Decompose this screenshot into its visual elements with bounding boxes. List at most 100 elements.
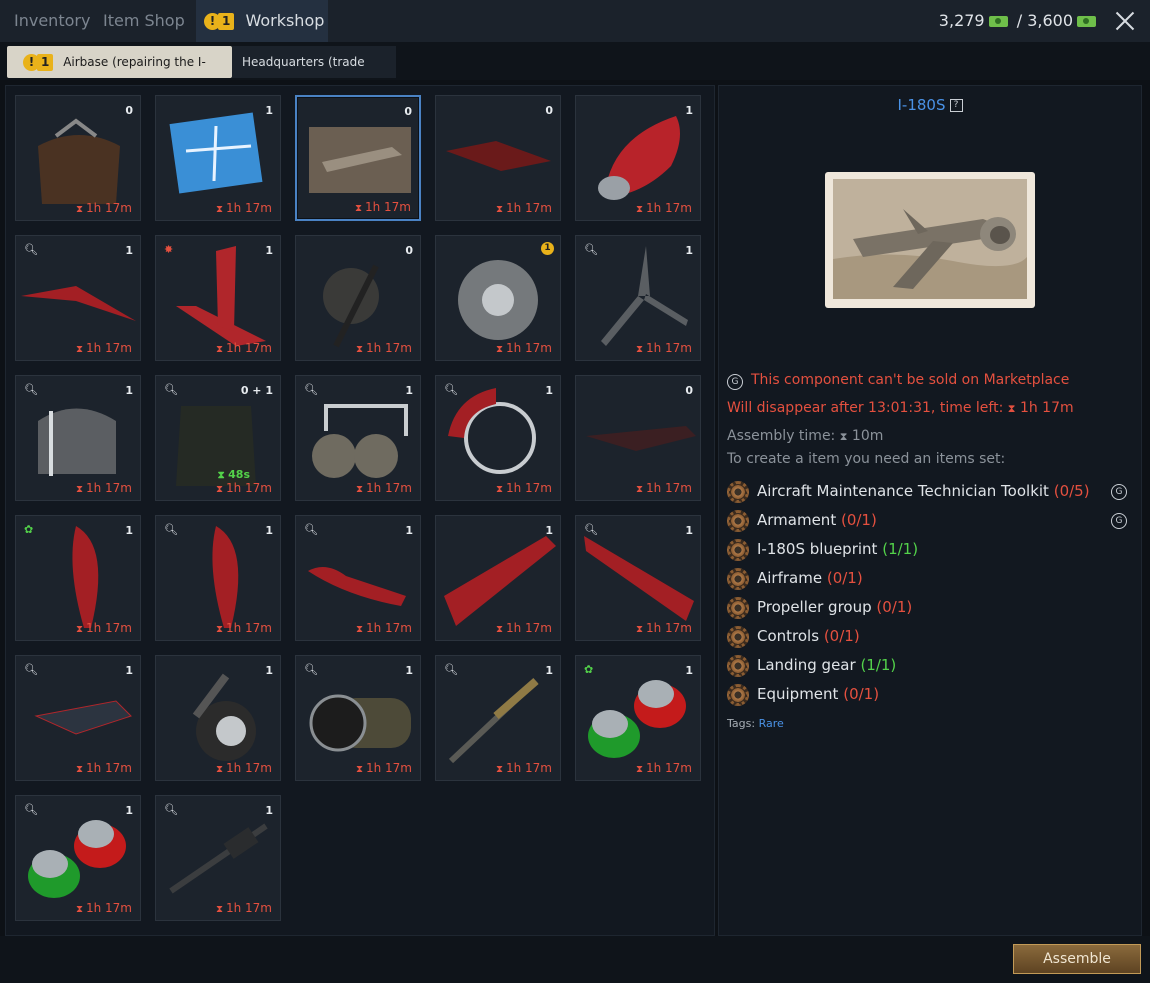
- not-sellable-notice: G This component can't be sold on Marketp…: [727, 372, 1069, 390]
- item-cell-tail-assembly[interactable]: ✸ 1 ⧗ 1h 17m: [155, 235, 281, 361]
- cog-icon: [727, 625, 749, 648]
- item-cell-propeller[interactable]: 🔍︎ 1 ⧗ 1h 17m: [575, 235, 701, 361]
- requirement-progress: (0/1): [826, 569, 863, 587]
- item-cell-armament[interactable]: 0 ⧗ 1h 17m: [435, 95, 561, 221]
- magnifier-icon: 🔍︎: [304, 523, 318, 536]
- requirement-progress: (0/1): [843, 685, 880, 703]
- marketplace-icon: G: [727, 374, 743, 390]
- item-cell-cowling-ring[interactable]: 🔍︎ 1 ⧗ 1h 17m: [435, 375, 561, 501]
- magnifier-icon: 🔍︎: [24, 663, 38, 676]
- help-icon[interactable]: ?: [949, 99, 963, 112]
- item-cell-toolkit-bag[interactable]: 0 ⧗ 1h 17m: [15, 95, 141, 221]
- hourglass-icon: ⧗: [215, 624, 223, 635]
- item-title-text: I-180S: [897, 96, 946, 114]
- item-count: 1: [125, 384, 133, 397]
- requirement-progress: (0/1): [823, 627, 860, 645]
- requirement-progress: (1/1): [882, 540, 919, 558]
- close-icon[interactable]: [1112, 8, 1138, 34]
- hourglass-icon: ⧗: [635, 344, 643, 355]
- tab-inventory[interactable]: Inventory: [14, 0, 90, 42]
- expiry-timer: ⧗ 1h 17m: [215, 761, 272, 775]
- requirement-item[interactable]: Airframe (0/1): [727, 564, 863, 592]
- requirement-name: Controls: [757, 627, 820, 645]
- item-title: I-180S?: [719, 96, 1141, 114]
- magnifier-icon: 🔍︎: [164, 803, 178, 816]
- item-count: 0: [545, 104, 553, 117]
- item-cell-landing-wheel[interactable]: 1 ⧗ 1h 17m: [155, 655, 281, 781]
- item-count: 1: [405, 524, 413, 537]
- item-cell-nav-lights-a[interactable]: ✿ 1 ⧗ 1h 17m: [575, 655, 701, 781]
- hourglass-icon: ⧗: [635, 204, 643, 215]
- hourglass-icon: ⧗: [215, 344, 223, 355]
- magnifier-icon: 🔍︎: [164, 523, 178, 536]
- item-count: 1: [125, 804, 133, 817]
- item-count: 1: [545, 664, 553, 677]
- item-cell-wing-assembly[interactable]: 🔍︎ 1 ⧗ 1h 17m: [15, 235, 141, 361]
- cog-icon: [727, 683, 749, 706]
- requirement-item[interactable]: Controls (0/1): [727, 622, 860, 650]
- hourglass-icon: ⧗: [495, 764, 503, 775]
- assembly-time: Assembly time: ⧗ 10m: [727, 428, 883, 444]
- expiry-timer: ⧗ 1h 17m: [75, 341, 132, 355]
- item-cell-fuselage-nose[interactable]: 1 ⧗ 1h 17m: [575, 95, 701, 221]
- cash-icon: [1077, 16, 1096, 27]
- hourglass-icon: ⧗: [495, 204, 503, 215]
- magnifier-icon: 🔍︎: [304, 383, 318, 396]
- item-cell-elevator[interactable]: 🔍︎ 1 ⧗ 1h 17m: [295, 515, 421, 641]
- expiry-timer: ⧗ 1h 17m: [495, 201, 552, 215]
- item-cell-engine-prop-dark[interactable]: 0 ⧗ 1h 17m: [295, 235, 421, 361]
- expiry-timer: ⧗ 1h 17m: [355, 761, 412, 775]
- hourglass-icon: ⧗: [354, 203, 362, 214]
- disappear-notice: Will disappear after 13:01:31, time left…: [727, 400, 1074, 416]
- item-cell-rudder-b[interactable]: 🔍︎ 1 ⧗ 1h 17m: [155, 515, 281, 641]
- balance-separator: /: [1016, 11, 1023, 30]
- tag-rare[interactable]: Rare: [759, 717, 784, 730]
- subtab-airbase[interactable]: !1 Airbase (repairing the I-180S): [7, 46, 232, 101]
- requirement-item[interactable]: Landing gear (1/1): [727, 651, 896, 679]
- plane-photo-image: [833, 179, 1027, 299]
- hourglass-icon: ⧗: [355, 764, 363, 775]
- tags: Tags: Rare: [727, 717, 784, 730]
- requirement-name: Propeller group: [757, 598, 872, 616]
- requirement-item[interactable]: I-180S blueprint (1/1): [727, 535, 918, 563]
- assemble-button[interactable]: Assemble: [1013, 944, 1141, 974]
- marketplace-icon: G: [1111, 484, 1127, 500]
- expiry-timer: ⧗ 1h 17m: [495, 481, 552, 495]
- hourglass-icon: ⧗: [635, 484, 643, 495]
- requirement-item[interactable]: Equipment (0/1): [727, 680, 879, 708]
- expiry-timer: ⧗ 1h 17m: [75, 201, 132, 215]
- requirement-item[interactable]: Armament (0/1): [727, 506, 877, 534]
- item-cell-airframe-wireframe[interactable]: 🔍︎ 1 ⧗ 1h 17m: [15, 655, 141, 781]
- marketplace-icon: G: [1111, 513, 1127, 529]
- expiry-timer: ⧗ 1h 17m: [215, 341, 272, 355]
- disappear-time: 1h 17m: [1019, 400, 1074, 416]
- item-cell-armor-seat[interactable]: 🔍︎ 0 + 1 ⧗ 48s ⧗ 1h 17m: [155, 375, 281, 501]
- item-cell-pitot-tube[interactable]: 🔍︎ 1 ⧗ 1h 17m: [435, 655, 561, 781]
- item-cell-machine-gun[interactable]: 🔍︎ 1 ⧗ 1h 17m: [155, 795, 281, 921]
- disappear-text: Will disappear after 13:01:31, time left…: [727, 400, 1004, 416]
- item-cell-twin-tanks[interactable]: 🔍︎ 1 ⧗ 1h 17m: [295, 375, 421, 501]
- craft-timer: ⧗ 48s: [217, 468, 250, 481]
- not-sellable-text: This component can't be sold on Marketpl…: [751, 372, 1070, 388]
- item-cell-radial-engine[interactable]: 1 ⧗ 1h 17m: [435, 235, 561, 361]
- tab-workshop[interactable]: ! 1 Workshop: [196, 0, 328, 42]
- item-count: 1: [265, 524, 273, 537]
- item-cell-rudder-a[interactable]: ✿ 1 ⧗ 1h 17m: [15, 515, 141, 641]
- item-photo: [825, 172, 1035, 308]
- item-cell-i180s-photo[interactable]: 0 ⧗ 1h 17m: [295, 95, 421, 221]
- expiry-timer: ⧗ 1h 17m: [215, 201, 272, 215]
- subtab-headquarters[interactable]: Headquarters (trade items): [232, 46, 396, 101]
- requirement-item[interactable]: Aircraft Maintenance Technician Toolkit …: [727, 477, 1090, 505]
- item-cell-nav-lights-b[interactable]: 🔍︎ 1 ⧗ 1h 17m: [15, 795, 141, 921]
- requirement-name: Landing gear: [757, 656, 856, 674]
- hourglass-icon: ⧗: [215, 764, 223, 775]
- requirement-item[interactable]: Propeller group (0/1): [727, 593, 912, 621]
- item-cell-fuel-tank[interactable]: 🔍︎ 1 ⧗ 1h 17m: [15, 375, 141, 501]
- item-cell-plane-silhouette[interactable]: 0 ⧗ 1h 17m: [575, 375, 701, 501]
- item-cell-wing-right[interactable]: 🔍︎ 1 ⧗ 1h 17m: [575, 515, 701, 641]
- item-cell-instrument-gauge[interactable]: 🔍︎ 1 ⧗ 1h 17m: [295, 655, 421, 781]
- item-cell-blueprint[interactable]: 1 ⧗ 1h 17m: [155, 95, 281, 221]
- item-cell-wing-left[interactable]: 1 ⧗ 1h 17m: [435, 515, 561, 641]
- tab-item-shop[interactable]: Item Shop: [103, 0, 185, 42]
- requirement-progress: (0/1): [840, 511, 877, 529]
